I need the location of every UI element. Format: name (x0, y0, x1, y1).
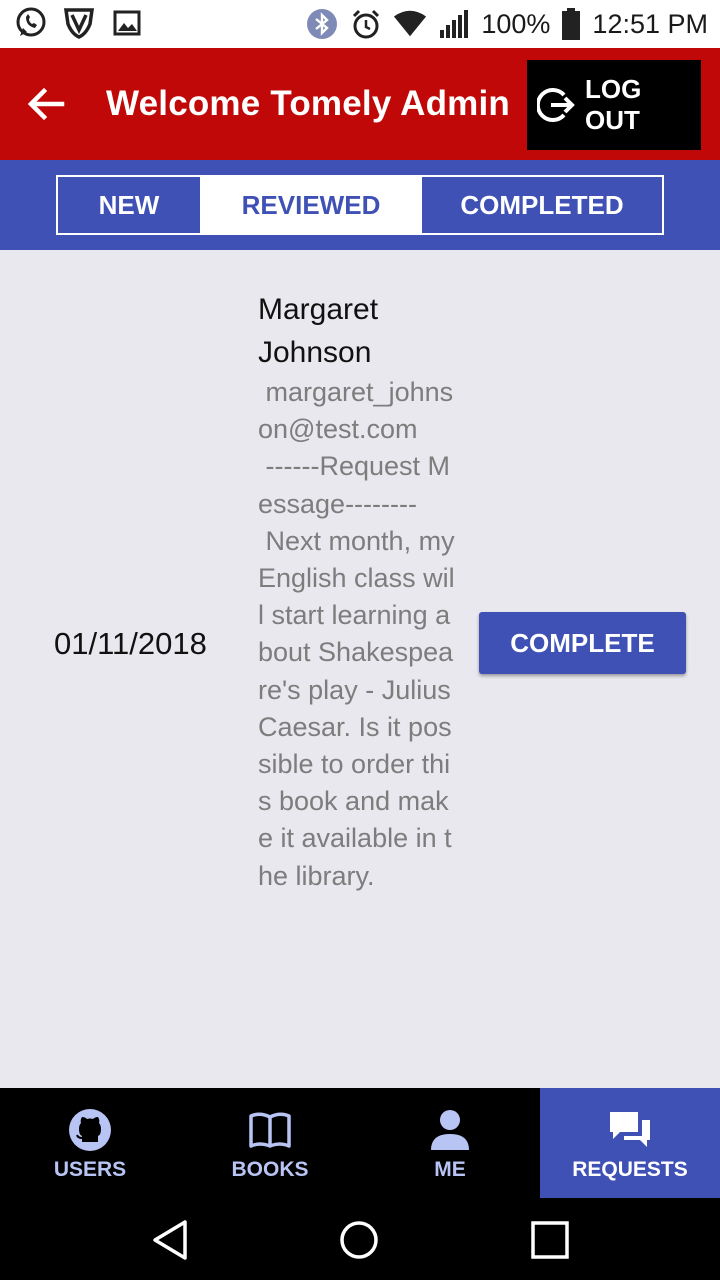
list-item: 01/11/2018 Margaret Johnson margaret_joh… (0, 250, 720, 1088)
alarm-icon (349, 7, 383, 41)
requester-name: Margaret Johnson (258, 293, 379, 369)
recents-square-icon[interactable] (526, 1216, 574, 1264)
logout-button[interactable]: LOG OUT (527, 60, 701, 150)
logout-label: LOG OUT (585, 74, 642, 135)
tab-bar: NEW REVIEWED COMPLETED (0, 160, 720, 250)
tab-completed[interactable]: COMPLETED (422, 177, 662, 233)
nav-books[interactable]: BOOKS (180, 1088, 360, 1198)
request-date: 01/11/2018 (54, 626, 207, 661)
status-bar: 100% 12:51 PM (0, 0, 720, 48)
back-arrow-icon[interactable] (24, 82, 68, 126)
person-icon (431, 1110, 469, 1150)
github-icon (69, 1109, 111, 1151)
tab-new[interactable]: NEW (58, 177, 200, 233)
app-bar: Welcome Tomely Admin LOG OUT (0, 48, 720, 160)
tab-reviewed[interactable]: REVIEWED (200, 177, 422, 233)
signal-icon (437, 7, 471, 41)
complete-button[interactable]: COMPLETE (479, 612, 686, 674)
bottom-navigation: USERS BOOKS ME REQUESTS (0, 1088, 720, 1200)
back-triangle-icon[interactable] (148, 1216, 196, 1264)
app-screen: 100% 12:51 PM Welcome Tomely Admin LOG O… (0, 0, 720, 1280)
logout-icon (537, 88, 575, 122)
page-title: Welcome Tomely Admin (106, 84, 510, 123)
vpn-shield-icon (62, 6, 96, 40)
nav-requests-label: REQUESTS (572, 1158, 688, 1181)
request-info: Margaret Johnson margaret_johnson@test.c… (258, 288, 458, 895)
nav-users[interactable]: USERS (0, 1088, 180, 1198)
home-circle-icon[interactable] (335, 1216, 383, 1264)
chat-icon (610, 1112, 650, 1147)
nav-requests[interactable]: REQUESTS (540, 1088, 720, 1198)
nav-me[interactable]: ME (360, 1088, 540, 1198)
whatsapp-icon (14, 6, 48, 40)
segmented-tabs: NEW REVIEWED COMPLETED (56, 175, 664, 235)
bluetooth-icon (305, 7, 339, 41)
request-list: 01/11/2018 Margaret Johnson margaret_joh… (0, 250, 720, 1088)
nav-users-label: USERS (53, 1158, 127, 1181)
battery-percent: 100% (481, 8, 551, 39)
clock: 12:51 PM (592, 8, 708, 39)
battery-icon (560, 7, 582, 41)
book-icon (249, 1112, 291, 1148)
system-navigation-bar (0, 1200, 720, 1280)
image-icon (110, 6, 144, 40)
nav-me-label: ME (434, 1158, 466, 1181)
request-detail: margaret_johnson@test.com ------Request … (258, 377, 455, 891)
wifi-icon (393, 7, 427, 41)
nav-books-label: BOOKS (231, 1158, 309, 1181)
